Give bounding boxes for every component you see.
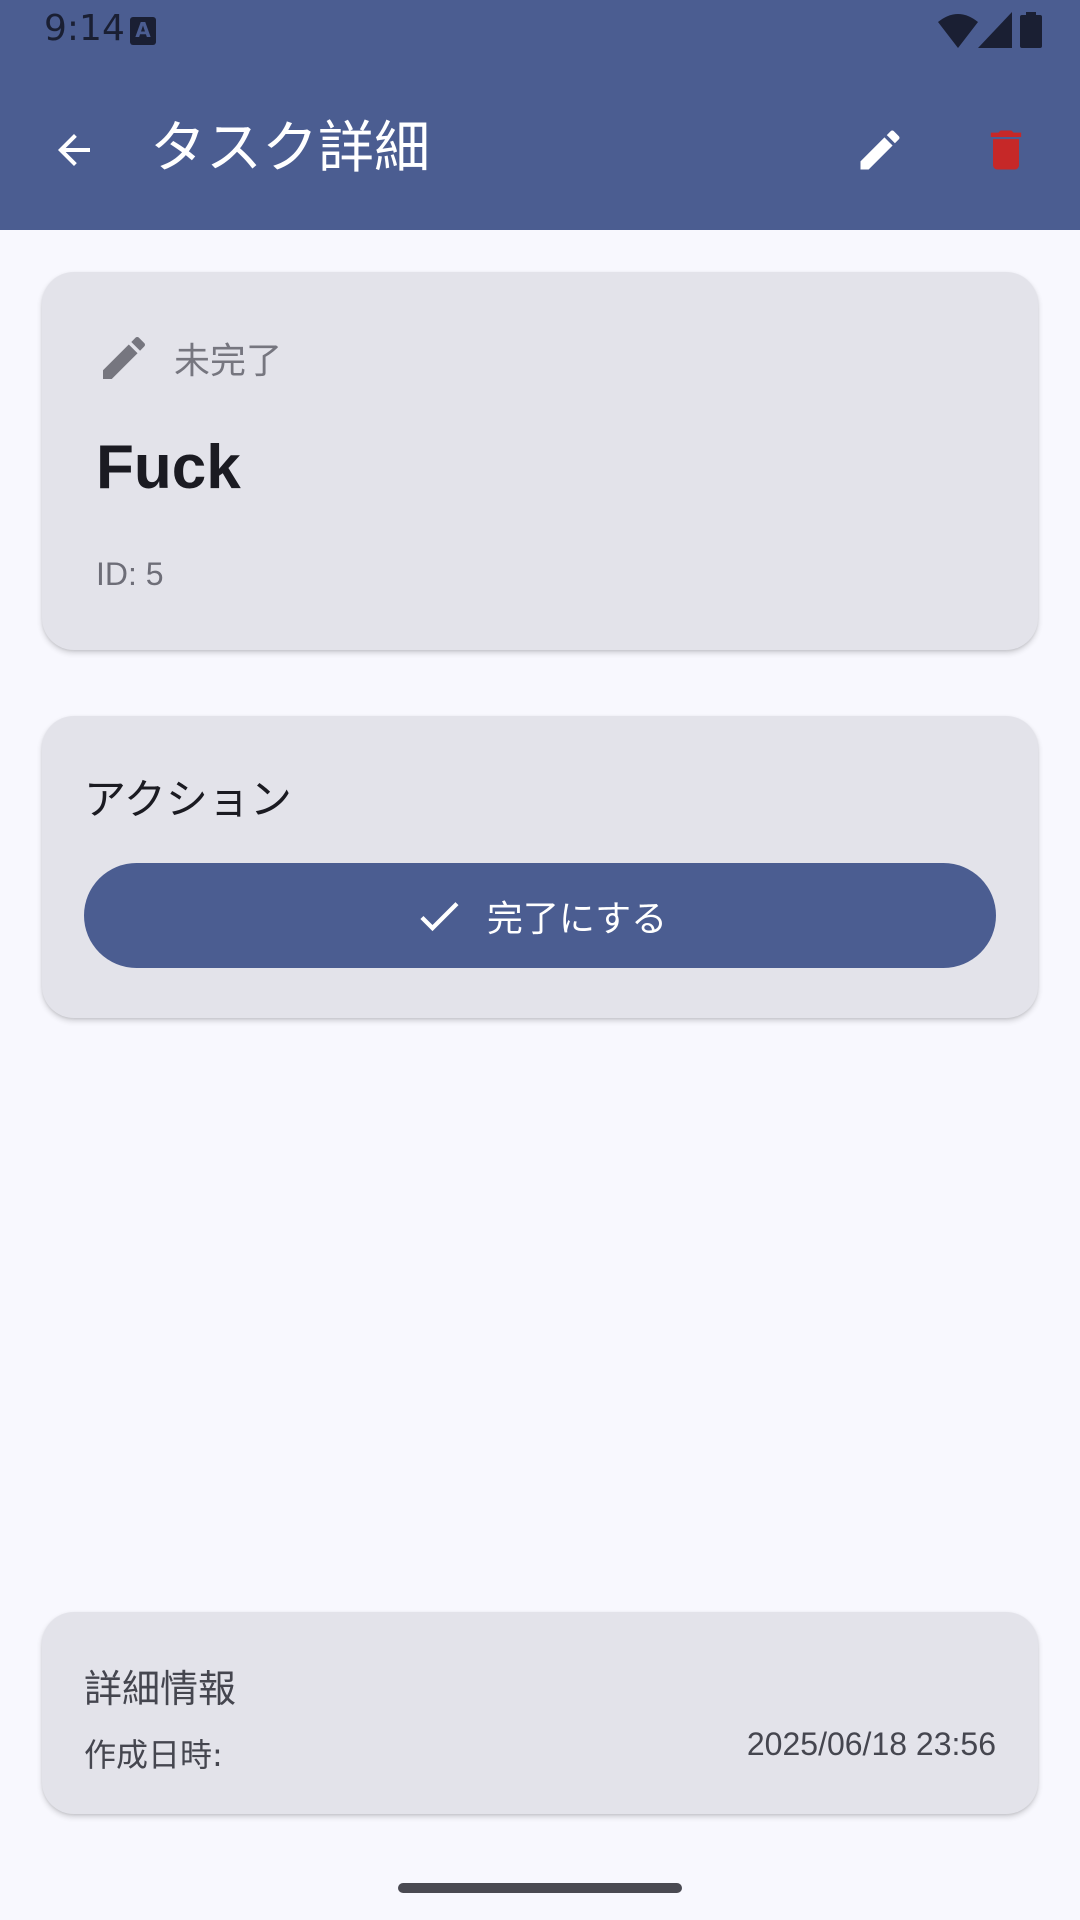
back-button[interactable]	[34, 110, 114, 190]
signal-icon	[978, 12, 1012, 48]
arrow-back-icon	[58, 134, 90, 166]
home-indicator[interactable]	[398, 1883, 682, 1893]
task-title: Fuck	[96, 433, 241, 502]
actions-title: アクション	[84, 775, 292, 824]
check-icon	[420, 901, 459, 931]
delete-button[interactable]	[966, 110, 1046, 190]
info-card: 詳細情報 作成日時: 2025/06/18 23:56	[42, 1612, 1038, 1814]
complete-button[interactable]: 完了にする	[84, 863, 996, 968]
page-title: タスク詳細	[150, 116, 430, 181]
top-bar-container: 9:14 A タスク詳細	[0, 0, 1080, 230]
task-status-row: 未完了	[96, 328, 282, 388]
created-label: 作成日時:	[84, 1736, 223, 1774]
status-bar: 9:14 A	[0, 0, 1080, 60]
info-title: 詳細情報	[84, 1667, 237, 1711]
pencil-icon	[103, 336, 146, 379]
task-card: 未完了 Fuck ID: 5	[42, 272, 1038, 650]
notification-icon: A	[130, 17, 156, 45]
delete-icon	[990, 130, 1022, 170]
actions-card: アクション 完了にする	[42, 716, 1038, 1018]
task-id: ID: 5	[96, 556, 164, 592]
edit-button[interactable]	[840, 110, 920, 190]
edit-icon	[860, 130, 900, 170]
battery-icon	[1020, 12, 1042, 48]
status-time: 9:14	[44, 8, 125, 49]
complete-button-label: 完了にする	[486, 897, 668, 939]
app-bar: タスク詳細	[0, 80, 1080, 220]
wifi-icon	[938, 14, 978, 48]
created-value: 2025/06/18 23:56	[746, 1726, 996, 1762]
task-status-label: 未完了	[174, 341, 283, 382]
